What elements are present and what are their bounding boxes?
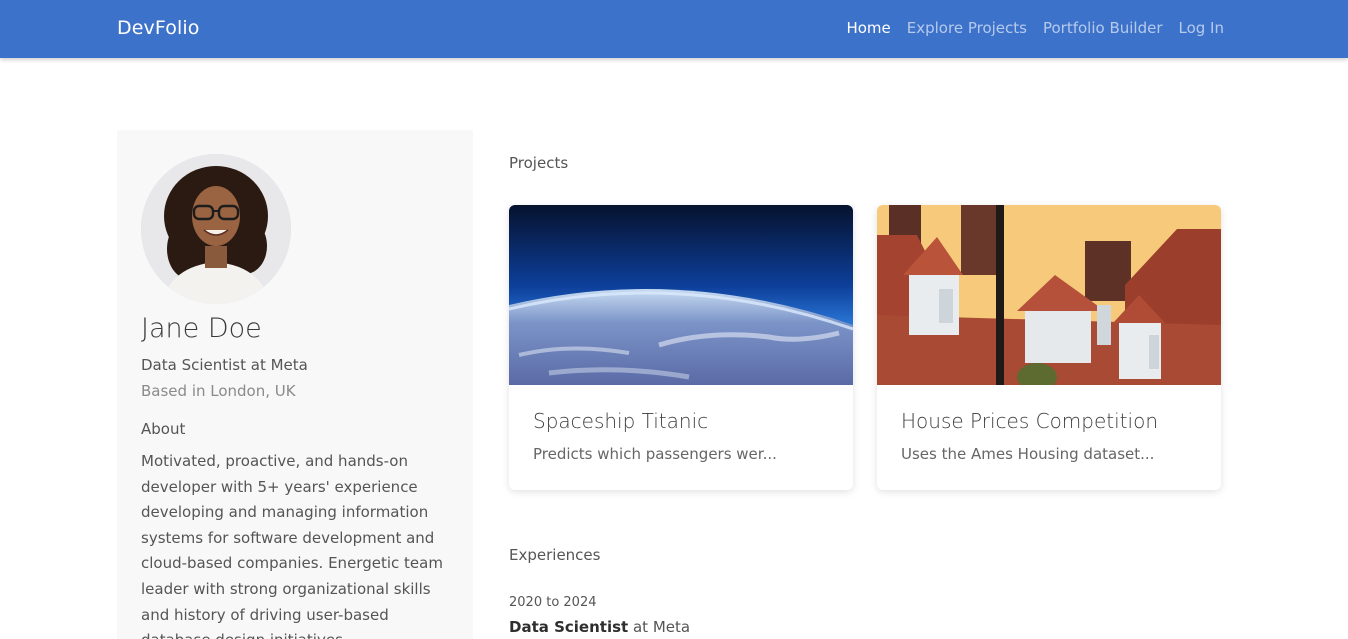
project-title: House Prices Competition <box>901 409 1158 433</box>
nav-link-log-in[interactable]: Log In <box>1179 19 1225 37</box>
profile-sidebar: Jane Doe Data Scientist at Meta Based in… <box>117 130 473 639</box>
project-description: Predicts which passengers wer... <box>533 445 777 463</box>
top-navbar: DevFolio Home Explore Projects Portfolio… <box>0 0 1348 58</box>
experience-company: Meta <box>652 618 691 636</box>
avatar <box>141 154 291 304</box>
experience-role: Data Scientist <box>509 618 629 636</box>
nav-links: Home Explore Projects Portfolio Builder … <box>846 19 1224 37</box>
project-card-house-prices[interactable]: House Prices Competition Uses the Ames H… <box>877 205 1221 490</box>
earth-from-space-image <box>509 205 853 385</box>
house-rooftops-image <box>877 205 1221 385</box>
project-description: Uses the Ames Housing dataset... <box>901 445 1155 463</box>
projects-heading: Projects <box>509 154 569 172</box>
project-card-spaceship-titanic[interactable]: Spaceship Titanic Predicts which passeng… <box>509 205 853 490</box>
nav-link-home[interactable]: Home <box>846 19 890 37</box>
experience-role-line: Data Scientist at Meta <box>509 618 690 636</box>
profile-name: Jane Doe <box>141 313 262 344</box>
profile-title: Data Scientist at Meta <box>141 356 308 374</box>
brand-logo-link[interactable]: DevFolio <box>117 17 199 39</box>
project-title: Spaceship Titanic <box>533 409 709 433</box>
nav-link-portfolio-builder[interactable]: Portfolio Builder <box>1043 19 1163 37</box>
experience-connector: at <box>632 618 649 636</box>
experience-years: 2020 to 2024 <box>509 595 597 610</box>
avatar-portrait-image <box>141 154 291 304</box>
experiences-heading: Experiences <box>509 546 601 564</box>
nav-link-explore-projects[interactable]: Explore Projects <box>907 19 1027 37</box>
about-heading: About <box>141 420 186 438</box>
about-text: Motivated, proactive, and hands-on devel… <box>141 452 443 639</box>
profile-location: Based in London, UK <box>141 382 296 400</box>
